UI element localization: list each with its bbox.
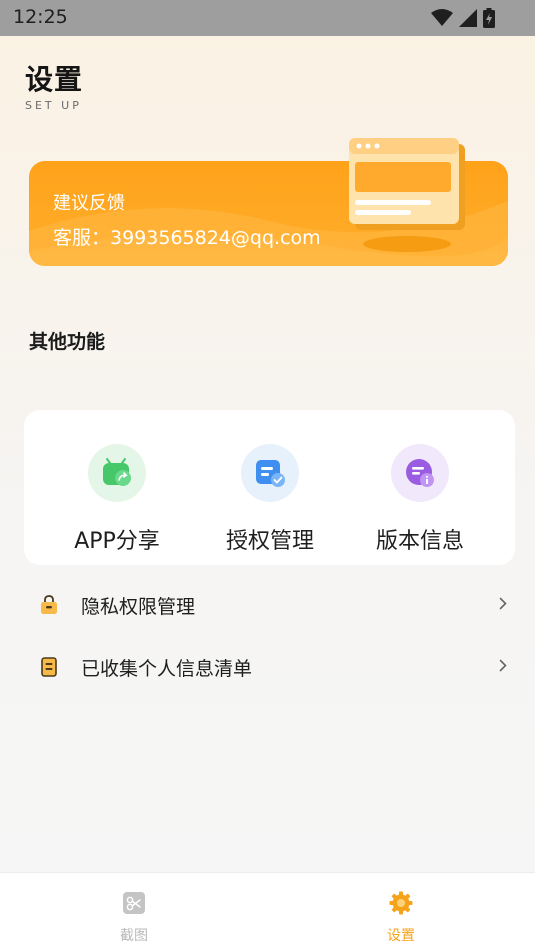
app-share-label: APP分享 [74,529,160,554]
screenshot-icon [123,892,145,914]
feedback-title: 建议反馈 [53,193,125,214]
status-time: 12:25 [13,6,68,28]
authorization-label: 授权管理 [225,529,314,554]
nav-tab-screenshot[interactable]: 截图 [59,873,209,951]
page-title: 设置 [25,63,84,96]
settings-gear-icon [389,891,413,915]
cellular-signal-icon [459,9,477,27]
collected-info-label: 已收集个人信息清单 [81,658,253,680]
privacy-permission-row[interactable]: 隐私权限管理 [24,575,515,633]
version-info-label: 版本信息 [375,529,464,554]
wifi-icon [431,9,453,26]
chevron-right-icon [499,597,507,610]
authorization-button[interactable]: 授权管理 [195,410,345,565]
app-share-button[interactable]: APP分享 [42,410,192,565]
authorization-icon [241,444,299,502]
feature-card: APP分享 授权管理 版本信息 [24,410,515,565]
bottom-nav: 截图 设置 [0,872,535,951]
nav-tab-settings[interactable]: 设置 [326,873,476,951]
section-title: 其他功能 [29,331,106,353]
version-info-icon [391,444,449,502]
status-icons [431,8,495,28]
chevron-right-icon [499,659,507,672]
version-info-button[interactable]: 版本信息 [345,410,495,565]
browser-window-illustration [349,138,465,252]
share-app-icon [88,444,146,502]
battery-charging-icon [483,8,495,28]
privacy-lock-icon [41,595,57,614]
status-bar: 12:25 [0,0,535,36]
info-list-icon [41,657,57,677]
nav-label-settings: 设置 [387,928,415,944]
page-subtitle: SET UP [25,99,82,112]
support-contact: 客服：3993565824@qq.com [53,227,321,249]
privacy-permission-label: 隐私权限管理 [81,596,196,618]
nav-label-screenshot: 截图 [120,928,148,944]
collected-info-row[interactable]: 已收集个人信息清单 [24,637,515,695]
